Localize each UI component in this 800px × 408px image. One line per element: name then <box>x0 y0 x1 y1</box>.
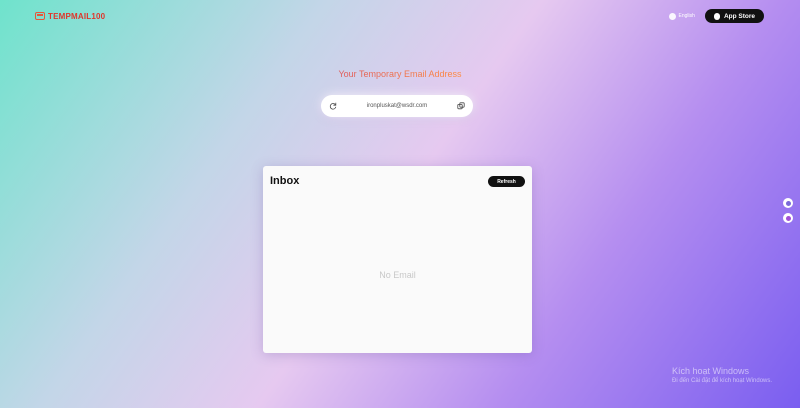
app-store-button[interactable]: App Store <box>704 9 764 23</box>
globe-icon <box>668 12 676 20</box>
windows-activation-watermark: Kích hoạt Windows Đi đến Cài đặt để kích… <box>672 366 772 385</box>
empty-inbox-message: No Email <box>379 270 416 280</box>
heading-text: Your Temporary Email Address <box>338 69 462 79</box>
email-address-box: ironpluskat@wsdr.com <box>321 95 473 117</box>
language-selector[interactable]: English <box>668 12 695 20</box>
logo-text: TEMPMAIL100 <box>48 11 106 21</box>
extension-icon <box>785 215 791 221</box>
regenerate-icon[interactable] <box>329 102 337 110</box>
apple-icon <box>713 12 720 20</box>
translate-icon <box>785 200 791 206</box>
app-store-label: App Store <box>723 12 755 20</box>
inbox-panel: Inbox Refresh No Email <box>263 166 532 353</box>
mail-icon <box>35 12 45 20</box>
header-actions: English App Store <box>668 9 764 23</box>
logo[interactable]: TEMPMAIL100 <box>35 10 105 22</box>
side-translate-button[interactable] <box>783 198 793 208</box>
email-address[interactable]: ironpluskat@wsdr.com <box>367 103 427 109</box>
watermark-line1: Kích hoạt Windows <box>672 366 750 376</box>
copy-icon[interactable] <box>457 102 465 110</box>
refresh-button[interactable]: Refresh <box>488 176 525 187</box>
side-extension-button[interactable] <box>783 213 793 223</box>
inbox-title: Inbox <box>270 175 300 187</box>
watermark-line2: Đi đến Cài đặt để kích hoạt Windows. <box>672 377 773 384</box>
page-heading: Your Temporary Email Address <box>0 69 800 79</box>
language-label: English <box>678 13 695 19</box>
